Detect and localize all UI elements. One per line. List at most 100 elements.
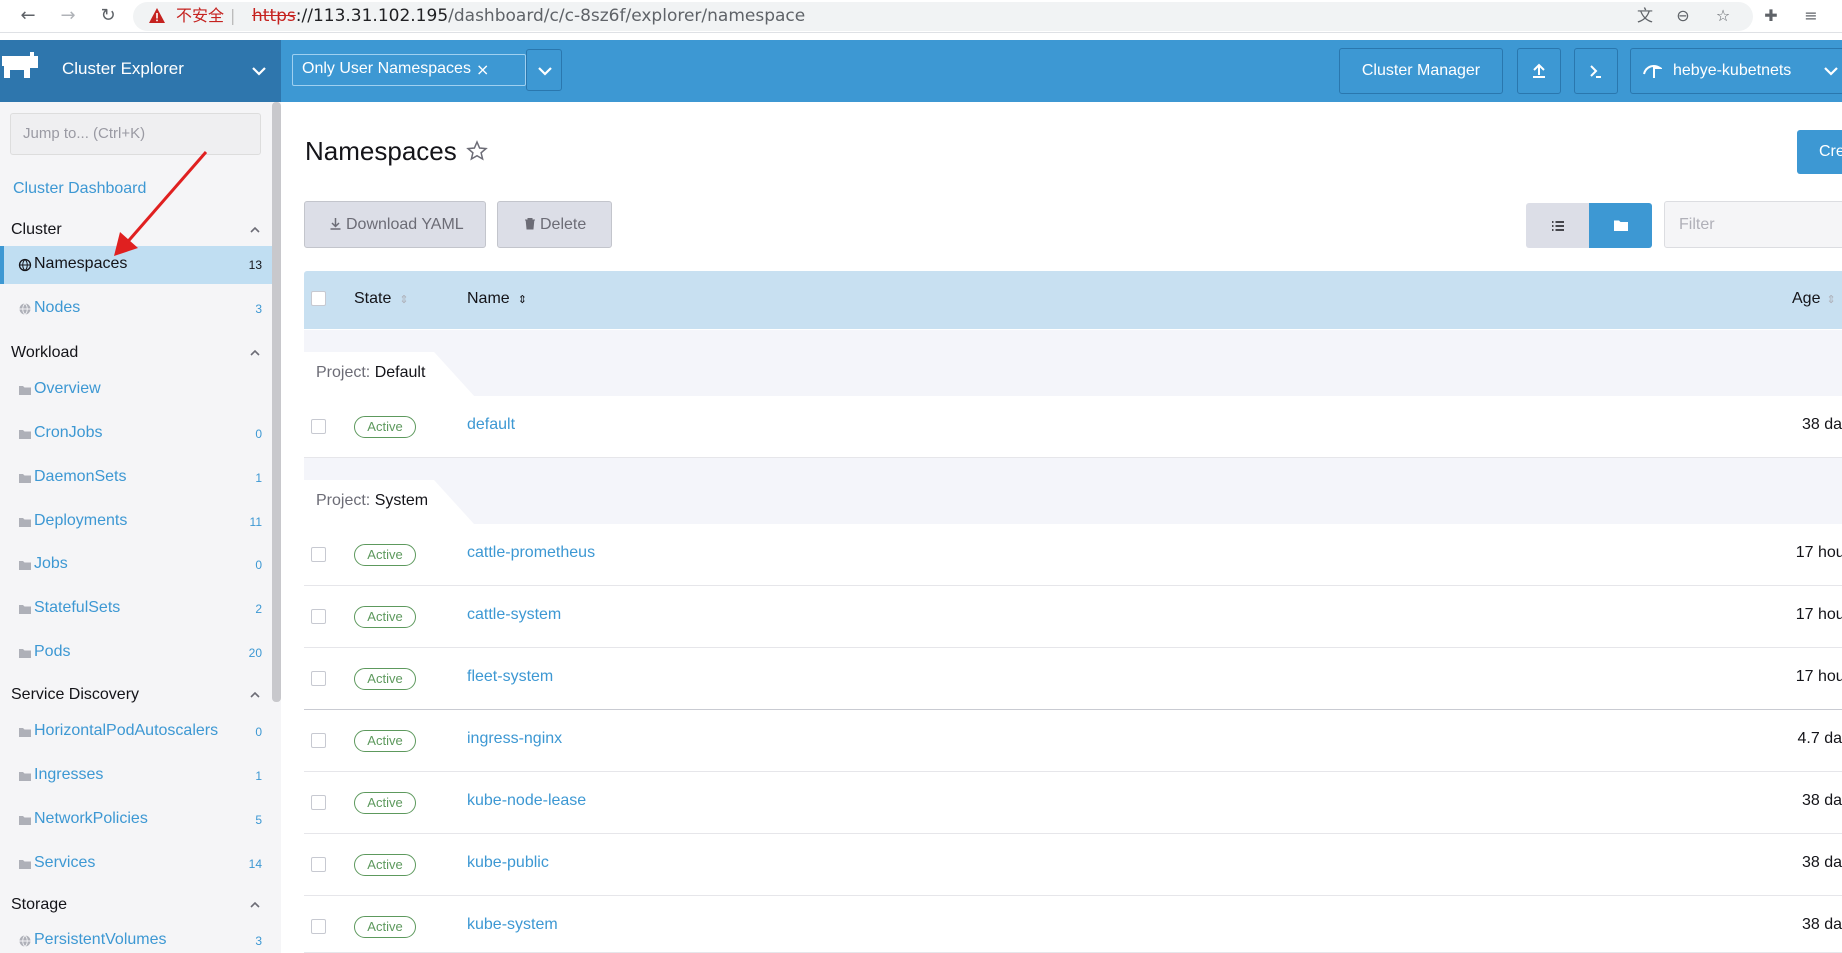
sidebar-item-cronjobs[interactable]: CronJobs 0 — [0, 415, 272, 453]
sidebar-item-hpa[interactable]: HorizontalPodAutoscalers 0 — [0, 713, 272, 751]
sidebar-item-daemonsets[interactable]: DaemonSets 1 — [0, 459, 272, 497]
chevron-up-icon[interactable] — [248, 898, 262, 912]
table-header — [304, 271, 1842, 329]
sidebar-item-statefulsets[interactable]: StatefulSets 2 — [0, 590, 272, 628]
flat-list-view-button[interactable] — [1526, 203, 1589, 248]
sidebar-item-pods[interactable]: Pods 20 — [0, 634, 272, 672]
row-checkbox[interactable] — [311, 919, 326, 934]
close-icon[interactable]: × — [476, 60, 489, 79]
sidebar-group-cluster[interactable]: Cluster — [11, 221, 62, 239]
folder-icon — [19, 430, 31, 439]
project-label: Project: System — [316, 492, 429, 509]
chevron-down-icon[interactable] — [250, 62, 268, 80]
row-checkbox[interactable] — [311, 795, 326, 810]
status-badge: Active — [354, 730, 416, 752]
table-row[interactable]: Active fleet-system 17 hours — [304, 648, 1842, 710]
group-by-project-button[interactable] — [1589, 203, 1652, 248]
sidebar-group-workload[interactable]: Workload — [11, 344, 78, 362]
status-badge: Active — [354, 544, 416, 566]
zoom-icon[interactable]: ⊖ — [1672, 5, 1694, 27]
row-checkbox[interactable] — [311, 671, 326, 686]
row-checkbox[interactable] — [311, 547, 326, 562]
globe-icon — [19, 935, 31, 947]
namespace-link[interactable]: kube-system — [467, 916, 558, 934]
filter-input[interactable]: Filter — [1664, 201, 1842, 248]
age-value: 17 hours — [1795, 544, 1842, 561]
sidebar-item-count: 1 — [255, 471, 262, 485]
kubectl-shell-button[interactable] — [1574, 48, 1618, 94]
row-checkbox[interactable] — [311, 733, 326, 748]
url-text[interactable]: https://113.31.102.195/dashboard/c/c-8sz… — [252, 6, 805, 26]
sidebar-item-label: HorizontalPodAutoscalers — [34, 722, 219, 739]
sidebar-item-count: 0 — [255, 427, 262, 441]
sidebar-item-label: Jobs — [34, 555, 68, 572]
sidebar-item-networkpolicies[interactable]: NetworkPolicies 5 — [0, 801, 272, 839]
sidebar-item-label: PersistentVolumes — [34, 931, 167, 948]
column-header-state[interactable]: State ⇕ — [354, 290, 409, 308]
sidebar-item-services[interactable]: Services 14 — [0, 845, 272, 883]
download-yaml-button[interactable]: Download YAML — [304, 201, 486, 248]
sidebar-item-count: 3 — [255, 302, 262, 316]
sidebar-item-ingresses[interactable]: Ingresses 1 — [0, 757, 272, 795]
namespace-link[interactable]: cattle-prometheus — [467, 544, 595, 562]
namespace-link[interactable]: ingress-nginx — [467, 730, 562, 748]
sidebar-item-jobs[interactable]: Jobs 0 — [0, 546, 272, 584]
table-row[interactable]: Active cattle-prometheus 17 hours — [304, 524, 1842, 586]
sidebar-group-service-discovery[interactable]: Service Discovery — [11, 686, 139, 704]
reading-list-icon[interactable]: ≡ — [1800, 5, 1822, 27]
row-checkbox[interactable] — [311, 609, 326, 624]
table-row[interactable]: Active kube-public 38 days — [304, 834, 1842, 896]
create-button[interactable]: Cre — [1797, 130, 1842, 174]
chevron-up-icon[interactable] — [248, 688, 262, 702]
chevron-up-icon[interactable] — [248, 223, 262, 237]
cluster-manager-button[interactable]: Cluster Manager — [1339, 48, 1503, 94]
sidebar-item-count: 11 — [249, 515, 262, 529]
column-header-age[interactable]: Age ⇕ — [1792, 290, 1836, 308]
folder-icon — [19, 728, 31, 737]
sidebar-item-deployments[interactable]: Deployments 11 — [0, 503, 272, 541]
column-header-name[interactable]: Name ⇕ — [467, 290, 527, 308]
rancher-logo-icon — [2, 52, 38, 78]
sidebar-item-overview[interactable]: Overview — [0, 371, 272, 409]
sidebar-item-persistentvolumes[interactable]: PersistentVolumes 3 — [0, 922, 272, 953]
sidebar-group-storage[interactable]: Storage — [11, 896, 67, 914]
namespace-link[interactable]: kube-public — [467, 854, 549, 872]
favorite-star-icon[interactable] — [466, 140, 488, 162]
sidebar-item-label: StatefulSets — [34, 599, 121, 616]
sidebar-item-count: 5 — [255, 813, 262, 827]
row-checkbox[interactable] — [311, 419, 326, 434]
namespace-link[interactable]: kube-node-lease — [467, 792, 586, 810]
security-status[interactable]: 不安全 | — [176, 6, 235, 26]
row-checkbox[interactable] — [311, 857, 326, 872]
select-all-checkbox[interactable] — [311, 291, 326, 306]
table-row[interactable]: Active kube-system 38 days — [304, 896, 1842, 953]
chevron-up-icon[interactable] — [248, 346, 262, 360]
globe-icon — [19, 303, 31, 315]
warning-icon — [149, 8, 165, 23]
project-label: Project: Default — [316, 364, 426, 381]
sidebar-item-label: NetworkPolicies — [34, 810, 148, 827]
delete-button[interactable]: Delete — [497, 201, 612, 248]
table-row[interactable]: Active kube-node-lease 38 days — [304, 772, 1842, 834]
table-row[interactable]: Active ingress-nginx 4.7 days — [304, 710, 1842, 772]
back-icon[interactable]: ← — [16, 4, 40, 28]
namespace-link[interactable]: cattle-system — [467, 606, 561, 624]
sidebar-scrollbar[interactable] — [272, 102, 281, 702]
extensions-icon[interactable]: ✚ — [1760, 5, 1782, 27]
forward-icon[interactable]: → — [56, 4, 80, 28]
namespace-link[interactable]: default — [467, 416, 515, 434]
translate-icon[interactable]: ⽂ — [1634, 5, 1656, 27]
sidebar-item-nodes[interactable]: Nodes 3 — [0, 290, 272, 328]
bookmark-star-icon[interactable]: ☆ — [1712, 5, 1734, 27]
reload-icon[interactable]: ↻ — [96, 4, 120, 28]
import-yaml-button[interactable] — [1517, 48, 1561, 94]
folder-icon — [19, 605, 31, 614]
namespace-link[interactable]: fleet-system — [467, 668, 553, 686]
age-value: 38 days — [1801, 854, 1842, 871]
sidebar-item-count: 13 — [248, 258, 262, 272]
sidebar-item-label: Services — [34, 854, 96, 871]
cluster-name: hebye-kubetnets — [1673, 62, 1792, 79]
table-row[interactable]: Active default 38 days — [304, 396, 1842, 458]
sidebar-item-count: 20 — [248, 646, 262, 660]
table-row[interactable]: Active cattle-system 17 hours — [304, 586, 1842, 648]
